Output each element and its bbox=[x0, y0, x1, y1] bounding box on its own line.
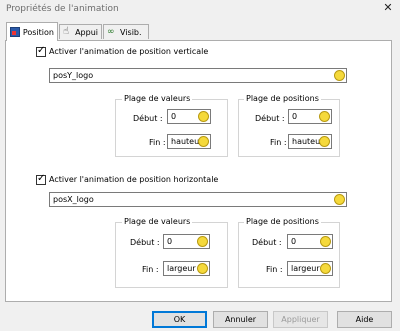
visibility-icon: ∞ bbox=[107, 27, 115, 37]
bulb-icon[interactable] bbox=[198, 136, 209, 147]
vertical-positions-start-value: 0 bbox=[292, 112, 298, 121]
vertical-values-start-value: 0 bbox=[171, 112, 177, 121]
tab-appui-label: Appui bbox=[75, 27, 98, 37]
vertical-expression-value: posY_logo bbox=[53, 71, 94, 80]
bulb-icon[interactable] bbox=[197, 236, 208, 247]
horizontal-positions-end-input[interactable]: largeur bbox=[287, 261, 333, 276]
tab-visib[interactable]: ∞ Visib. bbox=[103, 24, 149, 39]
vertical-expression-input[interactable]: posY_logo bbox=[49, 68, 347, 83]
bulb-icon[interactable] bbox=[320, 263, 331, 274]
vertical-positions-start-label: Début : bbox=[255, 114, 285, 123]
horizontal-positions-end-value: largeur bbox=[291, 264, 320, 273]
vertical-positions-group-title: Plage de positions bbox=[244, 94, 321, 103]
horizontal-positions-start-label: Début : bbox=[252, 238, 282, 247]
horizontal-values-group-title: Plage de valeurs bbox=[122, 217, 193, 226]
horizontal-values-end-label: Fin : bbox=[142, 265, 159, 274]
horizontal-expression-value: posX_logo bbox=[53, 195, 94, 204]
tab-position[interactable]: Position bbox=[6, 22, 58, 41]
tab-visib-label: Visib. bbox=[120, 27, 142, 37]
vertical-animation-checkbox[interactable] bbox=[36, 45, 46, 57]
horizontal-values-start-label: Début : bbox=[130, 238, 160, 247]
vertical-values-group-title: Plage de valeurs bbox=[122, 94, 193, 103]
bulb-icon[interactable] bbox=[334, 70, 345, 81]
horizontal-positions-end-label: Fin : bbox=[266, 265, 283, 274]
ok-button[interactable]: OK bbox=[152, 311, 207, 328]
horizontal-values-end-input[interactable]: largeur bbox=[163, 261, 210, 276]
hand-icon: ☝ bbox=[63, 26, 70, 37]
horizontal-animation-label: Activer l'animation de position horizont… bbox=[49, 175, 219, 184]
vertical-positions-end-label: Fin : bbox=[270, 138, 287, 147]
vertical-values-start-label: Début : bbox=[133, 114, 163, 123]
bulb-icon[interactable] bbox=[319, 111, 330, 122]
horizontal-positions-group-title: Plage de positions bbox=[244, 217, 321, 226]
cancel-button[interactable]: Annuler bbox=[213, 311, 268, 328]
horizontal-expression-input[interactable]: posX_logo bbox=[49, 192, 347, 207]
bulb-icon[interactable] bbox=[320, 236, 331, 247]
bulb-icon[interactable] bbox=[319, 136, 330, 147]
horizontal-values-start-input[interactable]: 0 bbox=[163, 234, 210, 249]
bulb-icon[interactable] bbox=[334, 194, 345, 205]
tab-position-label: Position bbox=[22, 27, 54, 37]
apply-button[interactable]: Appliquer bbox=[273, 311, 328, 328]
horizontal-values-group bbox=[115, 222, 228, 288]
horizontal-positions-start-input[interactable]: 0 bbox=[287, 234, 333, 249]
horizontal-values-start-value: 0 bbox=[167, 237, 173, 246]
vertical-values-start-input[interactable]: 0 bbox=[167, 109, 211, 124]
help-button[interactable]: Aide bbox=[337, 311, 392, 328]
tab-appui[interactable]: ☝ Appui bbox=[59, 24, 102, 39]
vertical-positions-start-input[interactable]: 0 bbox=[288, 109, 332, 124]
horizontal-positions-start-value: 0 bbox=[291, 237, 297, 246]
window-title: Propriétés de l'animation bbox=[6, 4, 119, 14]
horizontal-positions-group bbox=[238, 222, 340, 288]
vertical-values-end-label: Fin : bbox=[149, 138, 166, 147]
bulb-icon[interactable] bbox=[198, 111, 209, 122]
bulb-icon[interactable] bbox=[197, 263, 208, 274]
horizontal-animation-checkbox[interactable] bbox=[36, 173, 46, 185]
vertical-positions-end-input[interactable]: hauteur bbox=[288, 134, 332, 149]
vertical-animation-label: Activer l'animation de position vertical… bbox=[49, 47, 209, 56]
position-icon bbox=[10, 27, 20, 37]
horizontal-values-end-value: largeur bbox=[167, 264, 196, 273]
vertical-values-end-input[interactable]: hauteur bbox=[167, 134, 211, 149]
close-icon[interactable]: ✕ bbox=[381, 1, 395, 15]
